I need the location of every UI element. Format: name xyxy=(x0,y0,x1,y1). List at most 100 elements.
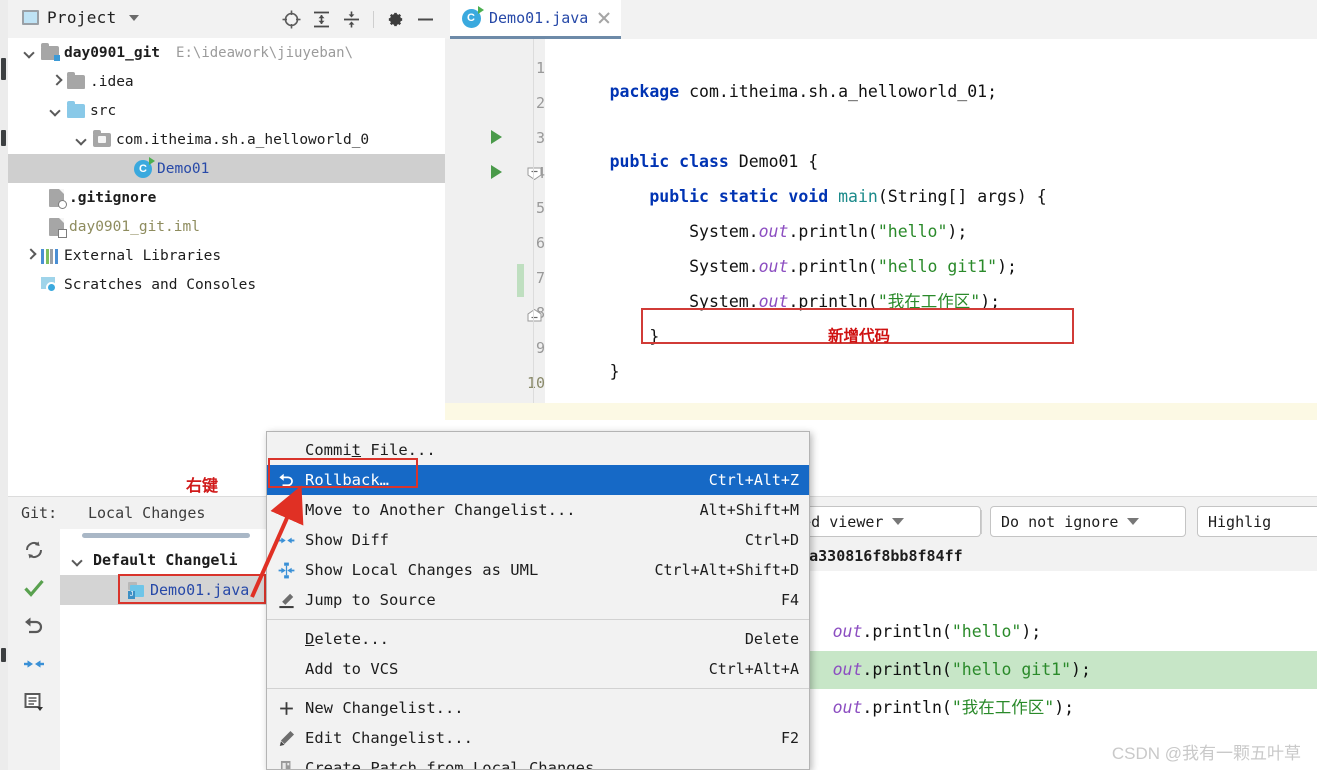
changelist-label: Default Changeli xyxy=(93,551,238,569)
menu-separator xyxy=(267,688,809,689)
annotation-box-rollback xyxy=(268,458,418,488)
code-token-text: com.itheima.sh.a_helloworld_01; xyxy=(679,82,997,101)
menu-item-show-local-changes-as-uml[interactable]: Show Local Changes as UML Ctrl+Alt+Shift… xyxy=(267,555,809,585)
chevron-down-icon[interactable] xyxy=(50,104,63,117)
tree-item-label: day0901_git.iml xyxy=(69,219,200,235)
tree-item-package[interactable]: com.itheima.sh.a_helloworld_0 xyxy=(8,125,445,154)
csdn-watermark: CSDN @我有一颗五叶草 xyxy=(1112,739,1301,764)
code-token-keyword: package xyxy=(610,82,680,101)
page-title: Project xyxy=(47,8,117,27)
tree-item-demo01[interactable]: Demo01 xyxy=(8,154,445,183)
code-surface[interactable]: package com.itheima.sh.a_helloworld_01; … xyxy=(545,39,1317,420)
fold-collapse-icon[interactable] xyxy=(527,167,542,180)
show-diff-icon[interactable] xyxy=(19,649,49,679)
run-gutter-icon[interactable] xyxy=(491,130,502,144)
locate-icon[interactable] xyxy=(279,7,304,31)
chevron-down-icon[interactable] xyxy=(72,554,85,567)
chevron-down-icon xyxy=(892,518,904,525)
project-tree[interactable]: day0901_git E:\ideawork\jiuyeban\ .idea … xyxy=(8,38,445,463)
toolbar-divider xyxy=(981,510,982,534)
code-line-5: System.out.println("hello"); xyxy=(550,179,967,214)
menu-item-shortcut: F4 xyxy=(781,591,799,609)
refresh-icon[interactable] xyxy=(19,535,49,565)
menu-item-shortcut: Alt+Shift+M xyxy=(700,501,799,519)
menu-item-label: Edit Changelist... xyxy=(305,729,473,747)
chevron-down-icon[interactable] xyxy=(129,15,139,21)
menu-item-label: Move to Another Changelist... xyxy=(305,501,576,519)
menu-item-jump-to-source[interactable]: Jump to Source F4 xyxy=(267,585,809,615)
run-gutter-icon[interactable] xyxy=(491,165,502,179)
ignore-whitespace-dropdown[interactable]: Do not ignore xyxy=(990,506,1186,537)
tree-item-iml[interactable]: day0901_git.iml xyxy=(8,212,445,241)
chevron-down-icon[interactable] xyxy=(24,46,37,59)
ignore-whitespace-label: Do not ignore xyxy=(1001,513,1118,531)
menu-item-edit-changelist[interactable]: Edit Changelist... F2 xyxy=(267,723,809,753)
menu-item-show-diff[interactable]: Show Diff Ctrl+D xyxy=(267,525,809,555)
chevron-right-icon[interactable] xyxy=(50,75,63,88)
expand-all-icon[interactable] xyxy=(309,7,334,31)
tab-local-changes[interactable]: Local Changes xyxy=(88,504,205,522)
code-line-1: package com.itheima.sh.a_helloworld_01; xyxy=(550,39,997,74)
menu-item-label: Show Diff xyxy=(305,531,389,549)
fold-collapse-icon[interactable] xyxy=(527,309,542,322)
project-window-icon xyxy=(22,10,39,25)
menu-item-move-to-another-changelist[interactable]: Move to Another Changelist... Alt+Shift+… xyxy=(267,495,809,525)
highlight-mode-dropdown[interactable]: Highlig xyxy=(1197,506,1317,537)
menu-item-label: Add to VCS xyxy=(305,660,398,678)
menu-item-shortcut: Ctrl+Alt+Shift+D xyxy=(655,561,800,579)
code-token-text: ); xyxy=(1054,698,1074,717)
close-icon[interactable] xyxy=(596,10,612,26)
hide-panel-icon[interactable] xyxy=(413,7,438,31)
source-folder-icon xyxy=(67,104,85,118)
highlight-mode-label: Highlig xyxy=(1208,513,1271,531)
code-token-text: } xyxy=(610,362,620,381)
annotation-box-changed-file xyxy=(118,574,266,604)
group-by-icon[interactable] xyxy=(19,687,49,717)
menu-item-new-changelist[interactable]: New Changelist... xyxy=(267,693,809,723)
vcs-change-marker[interactable] xyxy=(517,264,524,297)
project-toolbar xyxy=(279,7,438,31)
tree-item-label: com.itheima.sh.a_helloworld_0 xyxy=(116,132,369,148)
tab-demo01-java[interactable]: Demo01.java xyxy=(450,0,621,39)
annotation-label-new-code: 新增代码 xyxy=(828,324,890,346)
libraries-icon xyxy=(41,248,59,264)
tree-item-gitignore[interactable]: .gitignore xyxy=(8,183,445,212)
tab-label: Demo01.java xyxy=(489,9,588,27)
tree-item-label: Demo01 xyxy=(157,161,209,177)
menu-item-delete[interactable]: Delete... Delete xyxy=(267,624,809,654)
tree-item-label: day0901_git xyxy=(64,45,160,61)
menu-item-shortcut: Ctrl+D xyxy=(745,531,799,549)
chevron-down-icon[interactable] xyxy=(76,133,89,146)
tree-item-day0901_git[interactable]: day0901_git E:\ideawork\jiuyeban\ xyxy=(8,38,445,67)
menu-item-shortcut: F2 xyxy=(781,729,799,747)
tree-item-external-libraries[interactable]: External Libraries xyxy=(8,241,445,270)
annotation-label-right-click: 右键 xyxy=(186,472,218,496)
menu-item-create-patch[interactable]: Create Patch from Local Changes... xyxy=(267,753,809,770)
scratches-icon xyxy=(41,277,59,293)
tree-item-src[interactable]: src xyxy=(8,96,445,125)
rollback-icon[interactable] xyxy=(19,611,49,641)
collapse-all-icon[interactable] xyxy=(339,7,364,31)
editor-current-line-strip xyxy=(445,403,1317,420)
editor-gutter[interactable]: 1 2 3 4 5 6 7 8 9 10 xyxy=(445,39,545,420)
menu-separator xyxy=(267,619,809,620)
commit-check-icon[interactable] xyxy=(19,573,49,603)
project-title-group[interactable]: Project xyxy=(22,8,139,27)
tree-item-label: .gitignore xyxy=(69,190,156,206)
tree-item-idea[interactable]: .idea xyxy=(8,67,445,96)
settings-gear-icon[interactable] xyxy=(383,7,408,31)
editor-tabs-bar: Demo01.java xyxy=(445,0,1317,40)
chevron-right-icon[interactable] xyxy=(24,249,37,262)
diff-line-1: out.println("hello"); xyxy=(773,575,1041,613)
code-token-string: "我在工作区" xyxy=(952,698,1054,717)
editor-area: Demo01.java 1 2 3 4 5 6 7 8 9 10 package… xyxy=(445,0,1317,420)
tree-item-label: .idea xyxy=(90,74,134,90)
tree-item-scratches[interactable]: Scratches and Consoles xyxy=(8,270,445,299)
git-label: Git: xyxy=(21,504,57,522)
gitignore-file-icon xyxy=(49,189,64,207)
changes-scrollbar[interactable] xyxy=(82,533,250,538)
pencil-icon xyxy=(275,727,297,749)
menu-item-add-to-vcs[interactable]: Add to VCS Ctrl+Alt+A xyxy=(267,654,809,684)
gutter-separator-line xyxy=(533,39,534,420)
tree-item-label: Scratches and Consoles xyxy=(64,277,256,293)
